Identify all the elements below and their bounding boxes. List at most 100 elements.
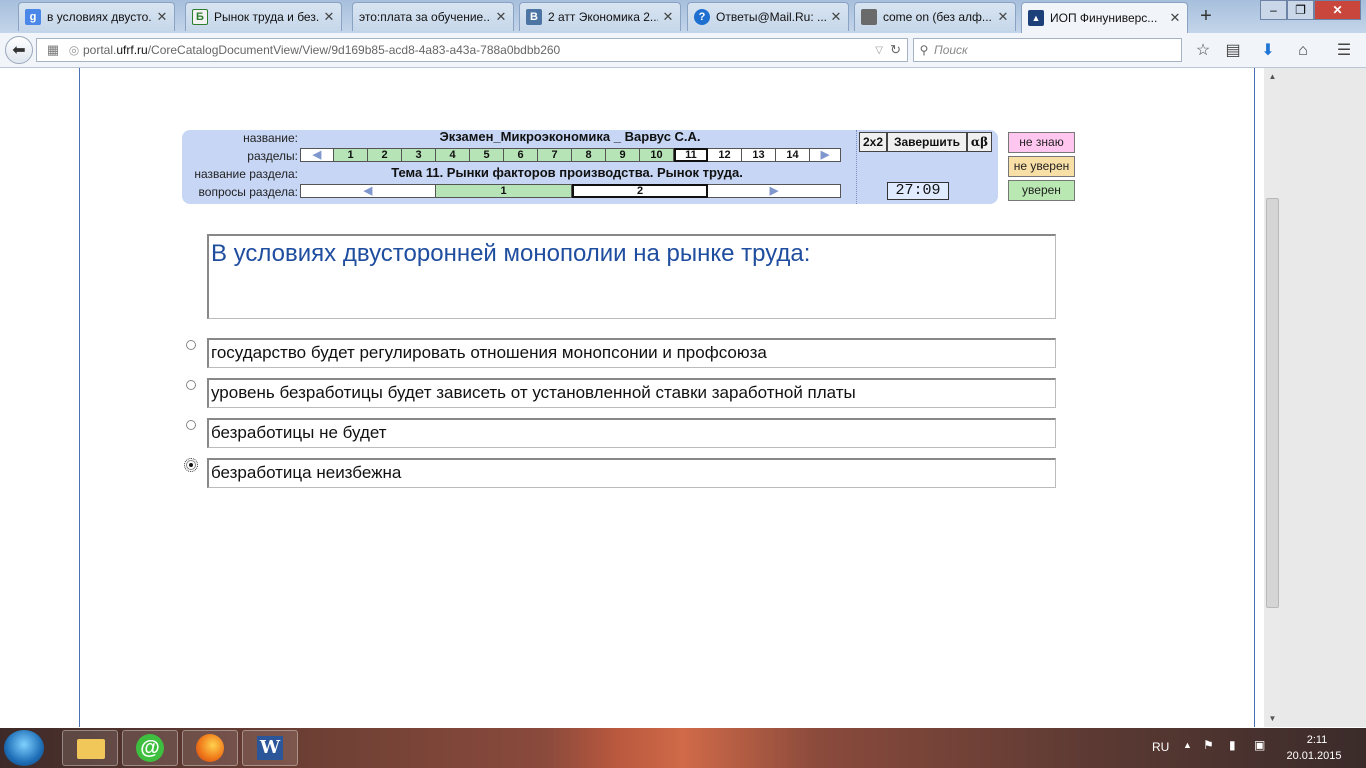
sections-next-arrow-icon[interactable]: ▶ xyxy=(810,148,841,162)
close-icon[interactable]: ✕ xyxy=(323,9,335,25)
search-placeholder: Поиск xyxy=(934,43,968,57)
grid-icon[interactable]: ▦ xyxy=(41,42,65,58)
timer: 27:09 xyxy=(887,182,949,200)
close-icon[interactable]: ✕ xyxy=(1169,10,1181,26)
show-hidden-icons[interactable]: ▲ xyxy=(1183,740,1192,750)
b-site-icon: Б xyxy=(192,9,208,25)
tab-bar: g в условиях двусто... ✕ Б Рынок труда и… xyxy=(0,0,1366,33)
close-icon[interactable]: ✕ xyxy=(495,9,507,25)
home-icon[interactable]: ⌂ xyxy=(1293,41,1313,61)
questions-prev-arrow-icon[interactable]: ◀ xyxy=(301,184,436,198)
sure-button[interactable]: уверен xyxy=(1008,180,1075,201)
section-cell[interactable]: 3 xyxy=(402,148,436,162)
word-icon[interactable]: W xyxy=(242,730,298,766)
section-cell[interactable]: 10 xyxy=(640,148,674,162)
action-center-flag-icon[interactable]: ⚑ xyxy=(1203,738,1217,752)
browser-tab[interactable]: Б Рынок труда и без... ✕ xyxy=(185,2,342,31)
network-icon[interactable]: ▣ xyxy=(1254,738,1268,752)
back-button[interactable]: ⬅ xyxy=(5,36,33,64)
browser-tab[interactable]: это:плата за обучение... ✕ xyxy=(352,2,514,31)
tab-title: come on (без алф... xyxy=(883,10,992,24)
mailru-answers-icon: ? xyxy=(694,9,710,25)
scroll-up-icon[interactable]: ▲ xyxy=(1264,72,1281,81)
url-path: /CoreCatalogDocumentView/View/9d169b85-a… xyxy=(147,43,561,57)
alphabet-button[interactable]: αβ xyxy=(967,132,992,152)
question-cell[interactable]: 1 xyxy=(436,184,572,198)
university-icon: ▲ xyxy=(1028,10,1044,26)
search-bar[interactable]: ⚲ Поиск xyxy=(913,38,1182,62)
scrollbar-thumb[interactable] xyxy=(1266,198,1279,608)
browser-tab[interactable]: come on (без алф... ✕ xyxy=(854,2,1016,31)
language-indicator[interactable]: RU xyxy=(1152,740,1169,754)
section-cell[interactable]: 7 xyxy=(538,148,572,162)
not-sure-button[interactable]: не уверен xyxy=(1008,156,1075,177)
google-icon: g xyxy=(25,9,41,25)
tab-title: в условиях двусто... xyxy=(47,10,152,24)
clock-time[interactable]: 2:11 xyxy=(1292,734,1342,746)
clock-date[interactable]: 20.01.2015 xyxy=(1282,750,1346,762)
section-cell[interactable]: 9 xyxy=(606,148,640,162)
browser-tab-active[interactable]: ▲ ИОП Финуниверс... ✕ xyxy=(1021,2,1188,33)
url-prefix: portal. xyxy=(83,43,117,57)
questions-next-arrow-icon[interactable]: ▶ xyxy=(708,184,841,198)
section-cell[interactable]: 4 xyxy=(436,148,470,162)
close-icon[interactable]: ✕ xyxy=(830,9,842,25)
section-cell[interactable]: 14 xyxy=(776,148,810,162)
questions-nav: ◀ 1 2 ▶ xyxy=(300,184,841,198)
tab-title: 2 атт Экономика 2... xyxy=(548,10,658,24)
arrow-left-icon: ⬅ xyxy=(12,42,26,59)
dropdown-icon[interactable]: ▽ xyxy=(875,45,883,56)
section-cell[interactable]: 12 xyxy=(708,148,742,162)
scroll-down-icon[interactable]: ▼ xyxy=(1264,714,1281,723)
close-icon[interactable]: ✕ xyxy=(662,9,674,25)
sections-label: разделы: xyxy=(247,149,298,163)
bookmarks-list-icon[interactable]: ▤ xyxy=(1223,41,1243,61)
question-cell-current[interactable]: 2 xyxy=(572,184,708,198)
section-cell[interactable]: 6 xyxy=(504,148,538,162)
answer-radio-selected[interactable] xyxy=(184,458,198,472)
tab-title: Рынок труда и без... xyxy=(214,10,319,24)
maximize-button[interactable]: ❐ xyxy=(1287,0,1314,20)
browser-tab[interactable]: ? Ответы@Mail.Ru: ... ✕ xyxy=(687,2,849,31)
battery-icon[interactable]: ▮ xyxy=(1229,738,1243,752)
test-title: Экзамен_Микроэкономика _ Варвус С.А. xyxy=(439,129,701,144)
answer-radio[interactable] xyxy=(186,380,196,390)
section-cell[interactable]: 5 xyxy=(470,148,504,162)
mail-agent-icon[interactable]: @ xyxy=(122,730,178,766)
file-explorer-icon[interactable] xyxy=(62,730,118,766)
reload-icon[interactable]: ↻ xyxy=(890,42,901,58)
sections-prev-arrow-icon[interactable]: ◀ xyxy=(301,148,334,162)
close-icon[interactable]: ✕ xyxy=(156,9,168,25)
browser-tab[interactable]: В 2 атт Экономика 2... ✕ xyxy=(519,2,681,31)
windows-start-icon[interactable] xyxy=(4,730,44,766)
layout-2x2-button[interactable]: 2x2 xyxy=(859,132,887,152)
url-bar[interactable]: ▦ ◎ portal. ufrf.ru/CoreCatalogDocumentVi… xyxy=(36,38,908,62)
bookmark-star-icon[interactable]: ☆ xyxy=(1193,41,1213,61)
answer-radio[interactable] xyxy=(186,340,196,350)
browser-tab[interactable]: g в условиях двусто... ✕ xyxy=(18,2,175,31)
firefox-icon[interactable] xyxy=(182,730,238,766)
new-tab-button[interactable]: + xyxy=(1196,5,1216,28)
minimize-button[interactable]: – xyxy=(1260,0,1287,20)
answer-option[interactable]: безработицы не будет xyxy=(207,418,1056,448)
answer-option[interactable]: уровень безработицы будет зависеть от ус… xyxy=(207,378,1056,408)
test-name-label: название: xyxy=(243,131,298,145)
section-cell[interactable]: 2 xyxy=(368,148,402,162)
answer-radio[interactable] xyxy=(186,420,196,430)
page-margin xyxy=(0,68,79,727)
globe-icon: ◎ xyxy=(68,43,80,57)
menu-icon[interactable]: ☰ xyxy=(1334,41,1354,61)
url-domain: ufrf.ru xyxy=(116,43,148,57)
section-cell[interactable]: 13 xyxy=(742,148,776,162)
section-cell[interactable]: 8 xyxy=(572,148,606,162)
dont-know-button[interactable]: не знаю xyxy=(1008,132,1075,153)
answer-option-selected[interactable]: безработица неизбежна xyxy=(207,458,1056,488)
section-cell[interactable]: 1 xyxy=(334,148,368,162)
download-icon[interactable]: ⬇ xyxy=(1258,41,1278,61)
window-close-button[interactable]: ✕ xyxy=(1314,0,1361,20)
answer-option[interactable]: государство будет регулировать отношения… xyxy=(207,338,1056,368)
section-cell-current[interactable]: 11 xyxy=(674,148,708,162)
close-icon[interactable]: ✕ xyxy=(997,9,1009,25)
finish-button[interactable]: Завершить xyxy=(887,132,967,152)
section-name-label: название раздела: xyxy=(194,167,298,181)
